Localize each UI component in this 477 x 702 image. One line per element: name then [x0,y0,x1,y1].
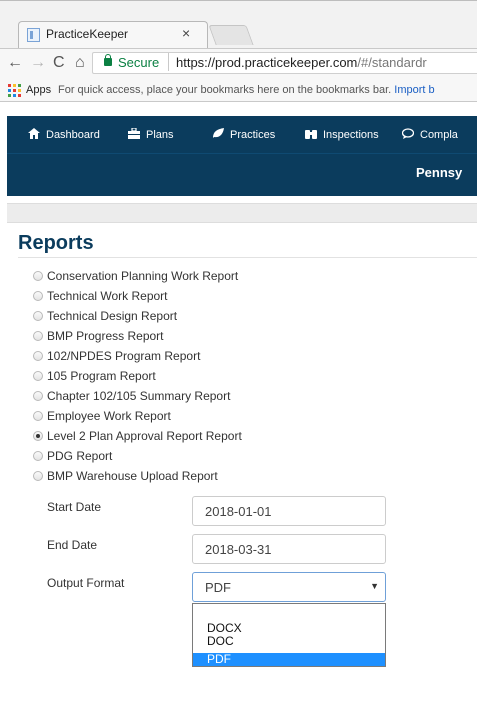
import-bookmarks-link[interactable]: Import b [394,84,434,96]
output-format-dropdown: DOCX DOC PDF [192,603,386,667]
output-format-value: PDF [205,580,231,595]
navbar-divider [7,153,477,154]
leaf-icon [213,128,224,138]
binoculars-icon [305,130,317,139]
start-date-input[interactable]: 2018-01-01 [192,496,386,526]
report-option-label: Level 2 Plan Approval Report Report [47,429,242,443]
radio-button[interactable] [33,311,43,321]
report-option[interactable]: Conservation Planning Work Report [33,269,238,285]
report-option-label: Chapter 102/105 Summary Report [47,389,231,403]
title-divider [18,257,477,258]
nav-dashboard-label: Dashboard [46,129,100,141]
nav-complaints[interactable]: Compla [402,128,458,141]
radio-button[interactable] [33,371,43,381]
tab-title: PracticeKeeper [46,27,129,41]
radio-button[interactable] [33,291,43,301]
end-date-input[interactable]: 2018-03-31 [192,534,386,564]
radio-button[interactable] [33,471,43,481]
option-doc[interactable]: DOC [193,635,385,648]
nav-practices-label: Practices [230,129,276,141]
home-icon[interactable]: ⌂ [75,54,85,72]
radio-button[interactable] [33,271,43,281]
radio-button[interactable] [33,391,43,401]
report-option-label: 105 Program Report [47,369,156,383]
comments-icon [402,128,414,139]
organization-name: Pennsy [416,165,463,180]
radio-button[interactable] [33,431,43,441]
report-option[interactable]: BMP Progress Report [33,329,164,345]
page-favicon-icon [27,28,40,42]
briefcase-icon [128,128,140,139]
report-option-label: Technical Design Report [47,309,178,323]
report-option[interactable]: PDG Report [33,449,112,465]
report-option-label: 102/NPDES Program Report [47,349,201,363]
output-format-label: Output Format [47,576,125,590]
nav-inspections[interactable]: Inspections [305,128,379,141]
window-top-border [0,0,477,1]
report-option[interactable]: Technical Work Report [33,289,168,305]
page-title: Reports [18,232,94,254]
bookmarks-hint-text: For quick access, place your bookmarks h… [58,84,392,96]
radio-button[interactable] [33,451,43,461]
reload-icon[interactable]: C [53,54,65,72]
end-date-label: End Date [47,538,98,552]
report-option[interactable]: BMP Warehouse Upload Report [33,469,218,485]
secure-label[interactable]: Secure [118,55,159,70]
url-path: /#/standardr [357,55,427,70]
url-host: https://prod.practicekeeper.com [176,55,358,70]
nav-complaints-label: Compla [420,129,458,141]
start-date-value: 2018-01-01 [205,504,272,519]
dropdown-arrow-icon: ▼ [370,581,379,591]
radio-button[interactable] [33,351,43,361]
tab-close-icon[interactable]: × [182,25,190,41]
apps-grid-icon[interactable] [8,84,21,97]
nav-practices[interactable]: Practices [212,128,275,141]
start-date-label: Start Date [47,500,102,514]
nav-plans-label: Plans [146,129,174,141]
radio-button[interactable] [33,411,43,421]
apps-label[interactable]: Apps [26,84,51,96]
report-option-label: PDG Report [47,449,113,463]
nav-dashboard[interactable]: Dashboard [28,128,100,141]
radio-button[interactable] [33,331,43,341]
report-option-label: Employee Work Report [47,409,171,423]
output-format-select[interactable]: PDF ▼ [192,572,386,602]
end-date-value: 2018-03-31 [205,542,272,557]
report-option-label: Technical Work Report [47,289,168,303]
report-option[interactable]: Employee Work Report [33,409,171,425]
nav-plans[interactable]: Plans [128,128,174,141]
bookmarks-hint: For quick access, place your bookmarks h… [58,84,435,96]
option-pdf[interactable]: PDF [193,653,385,666]
lock-icon[interactable] [104,54,112,66]
forward-arrow-icon[interactable]: → [30,54,46,72]
nav-inspections-label: Inspections [323,129,379,141]
report-option-label: BMP Warehouse Upload Report [47,469,218,483]
report-option-label: BMP Progress Report [47,329,164,343]
back-arrow-icon[interactable]: ← [7,54,23,72]
url-separator [168,53,169,71]
report-option[interactable]: Chapter 102/105 Summary Report [33,389,230,405]
sub-header-bar [7,203,477,223]
report-option-label: Conservation Planning Work Report [47,269,239,283]
report-option[interactable]: Technical Design Report [33,309,177,325]
report-option[interactable]: 105 Program Report [33,369,156,385]
report-option[interactable]: 102/NPDES Program Report [33,349,200,365]
report-option[interactable]: Level 2 Plan Approval Report Report [33,429,242,445]
url-text[interactable]: https://prod.practicekeeper.com/#/standa… [176,55,427,70]
new-tab-button[interactable] [208,25,254,45]
home-icon [28,128,40,139]
